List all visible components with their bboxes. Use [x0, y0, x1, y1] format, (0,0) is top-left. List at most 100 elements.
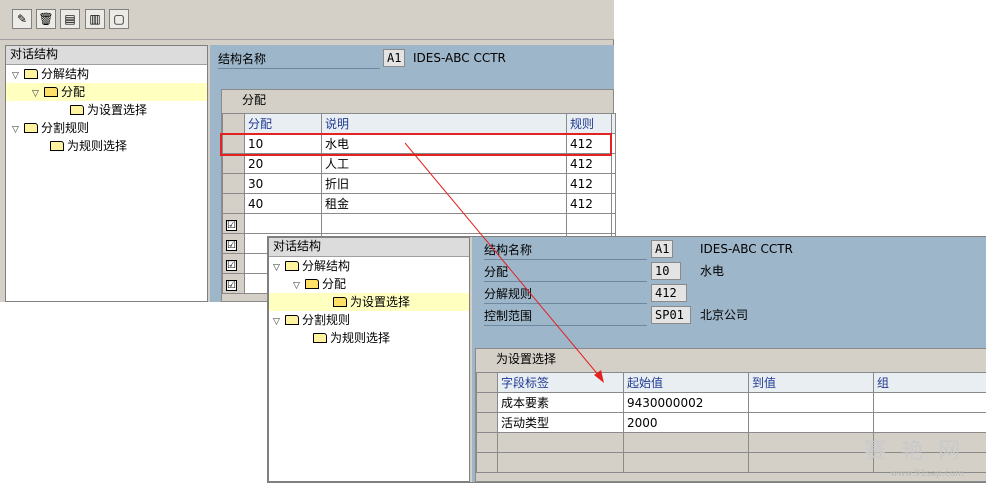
- cell-description[interactable]: 折旧: [321, 173, 567, 194]
- controlling-area-label: 控制范围: [484, 307, 647, 326]
- structure-name-label: 结构名称: [484, 241, 647, 260]
- expand-triangle-icon[interactable]: ▽: [32, 85, 44, 103]
- cell-from-value[interactable]: 2000: [623, 412, 749, 433]
- cell-rule[interactable]: 412: [566, 153, 612, 174]
- row-selector[interactable]: [476, 432, 498, 453]
- cell-description[interactable]: 人工: [321, 153, 567, 174]
- column-header-rule[interactable]: 规则: [566, 113, 612, 134]
- edit-pencil-icon[interactable]: ✎: [12, 9, 32, 29]
- table-row[interactable]: 20 人工 412: [222, 153, 616, 174]
- cell-allocation[interactable]: 20: [244, 153, 322, 174]
- cell-rule[interactable]: 412: [566, 193, 612, 214]
- tree-node-split-rules[interactable]: ▽ 分割规则: [12, 119, 89, 137]
- tree-node-split-rules[interactable]: ▽ 分割规则: [273, 311, 350, 329]
- tree-title: 对话结构: [269, 238, 469, 257]
- cell-description[interactable]: 租金: [321, 193, 567, 214]
- delete-trash-icon[interactable]: 🗑: [36, 9, 56, 29]
- cell-overflow: [611, 213, 616, 234]
- cell-field-label: [497, 432, 624, 453]
- cell-to-value[interactable]: [748, 452, 874, 473]
- tree-title: 对话结构: [6, 46, 207, 65]
- structure-name-text: IDES-ABC CCTR: [700, 242, 793, 256]
- document-icon[interactable]: ▢: [109, 9, 129, 29]
- controlling-area-text: 北京公司: [700, 308, 749, 322]
- cell-field-label: 活动类型: [497, 412, 624, 433]
- column-header-allocation[interactable]: 分配: [244, 113, 322, 134]
- cell-from-value[interactable]: [623, 432, 749, 453]
- table-row[interactable]: 成本要素 9430000002: [476, 392, 986, 413]
- cell-overflow: [611, 153, 616, 174]
- checkbox-icon[interactable]: ☑: [226, 239, 237, 251]
- tree-node-allocation[interactable]: ▽ 分配: [6, 83, 207, 101]
- tree-node-settings-selection[interactable]: 为设置选择: [269, 293, 469, 311]
- cell-allocation[interactable]: 40: [244, 193, 322, 214]
- controlling-area-field[interactable]: SP01: [651, 306, 691, 324]
- cell-allocation[interactable]: 30: [244, 173, 322, 194]
- cell-allocation[interactable]: [244, 213, 322, 234]
- row-selector[interactable]: [476, 412, 498, 433]
- column-header-to-value[interactable]: 到值: [748, 372, 874, 393]
- tree-node-decomposition[interactable]: ▽ 分解结构: [12, 65, 89, 83]
- watermark-url: www.91sap.com: [890, 469, 964, 479]
- cell-group[interactable]: [873, 392, 986, 413]
- settings-selection-table-title: 为设置选择: [476, 349, 986, 369]
- checkbox-icon[interactable]: ☑: [226, 259, 237, 271]
- column-header-description[interactable]: 说明: [321, 113, 567, 134]
- expand-triangle-icon[interactable]: ▽: [273, 259, 285, 277]
- cell-rule[interactable]: [566, 213, 612, 234]
- cell-group[interactable]: [873, 412, 986, 433]
- watermark-logo: 赛 艳 网: [864, 439, 964, 464]
- application-toolbar: ✎ 🗑 ▤ ▥ ▢: [0, 0, 614, 40]
- row-selector[interactable]: [222, 153, 245, 174]
- cell-from-value[interactable]: 9430000002: [623, 392, 749, 413]
- table-row[interactable]: 40 租金 412: [222, 193, 616, 214]
- table-row[interactable]: 活动类型 2000: [476, 412, 986, 433]
- cell-to-value[interactable]: [748, 392, 874, 413]
- row-checkbox[interactable]: ☑: [222, 253, 245, 274]
- table-row[interactable]: 30 折旧 412: [222, 173, 616, 194]
- column-header-group[interactable]: 组: [873, 372, 986, 393]
- folder-icon: [24, 123, 38, 133]
- cell-to-value[interactable]: [748, 412, 874, 433]
- row-checkbox[interactable]: ☑: [222, 273, 245, 294]
- structure-name-label: 结构名称: [218, 50, 380, 69]
- checkbox-icon[interactable]: ☑: [226, 279, 237, 291]
- allocation-code-field[interactable]: 10: [651, 262, 681, 280]
- expand-triangle-icon[interactable]: ▽: [12, 121, 24, 139]
- cell-description[interactable]: [321, 213, 567, 234]
- tree-node-decomposition[interactable]: ▽ 分解结构: [273, 257, 350, 275]
- checkbox-icon[interactable]: ☑: [226, 219, 237, 231]
- cell-field-label: 成本要素: [497, 392, 624, 413]
- highlight-box: [220, 133, 612, 156]
- row-selector[interactable]: [222, 173, 245, 194]
- tree-node-rule-selection[interactable]: 为规则选择: [50, 137, 127, 155]
- row-selector[interactable]: [476, 392, 498, 413]
- row-checkbox[interactable]: ☑: [222, 233, 245, 254]
- cell-to-value[interactable]: [748, 432, 874, 453]
- structure-code-field[interactable]: A1: [383, 49, 405, 67]
- row-selector[interactable]: [222, 193, 245, 214]
- export-icon[interactable]: ▥: [85, 9, 105, 29]
- tree-node-allocation[interactable]: ▽ 分配: [293, 275, 346, 293]
- structure-code-field[interactable]: A1: [651, 240, 673, 258]
- column-header-field-label[interactable]: 字段标签: [497, 372, 624, 393]
- folder-icon: [285, 315, 299, 325]
- split-rule-field[interactable]: 412: [651, 284, 687, 302]
- table-row-empty[interactable]: ☑: [222, 213, 616, 234]
- folder-icon: [285, 261, 299, 271]
- column-header-overflow: [611, 113, 616, 134]
- expand-triangle-icon[interactable]: ▽: [273, 313, 285, 331]
- dialog-structure-tree: 对话结构 ▽ 分解结构 ▽ 分配 为设置选择 ▽ 分割规则 为规则选择: [5, 45, 208, 302]
- select-all-cell[interactable]: [222, 113, 245, 134]
- cell-rule[interactable]: 412: [566, 173, 612, 194]
- tree-node-settings-selection[interactable]: 为设置选择: [70, 101, 147, 119]
- cell-overflow: [611, 193, 616, 214]
- row-selector[interactable]: [476, 452, 498, 473]
- table-header-row: 分配 说明 规则: [222, 113, 616, 134]
- tree-node-rule-selection[interactable]: 为规则选择: [313, 329, 390, 347]
- column-header-from-value[interactable]: 起始值: [623, 372, 749, 393]
- select-all-cell[interactable]: [476, 372, 498, 393]
- row-checkbox[interactable]: ☑: [222, 213, 245, 234]
- detail-list-icon[interactable]: ▤: [60, 9, 80, 29]
- cell-from-value[interactable]: [623, 452, 749, 473]
